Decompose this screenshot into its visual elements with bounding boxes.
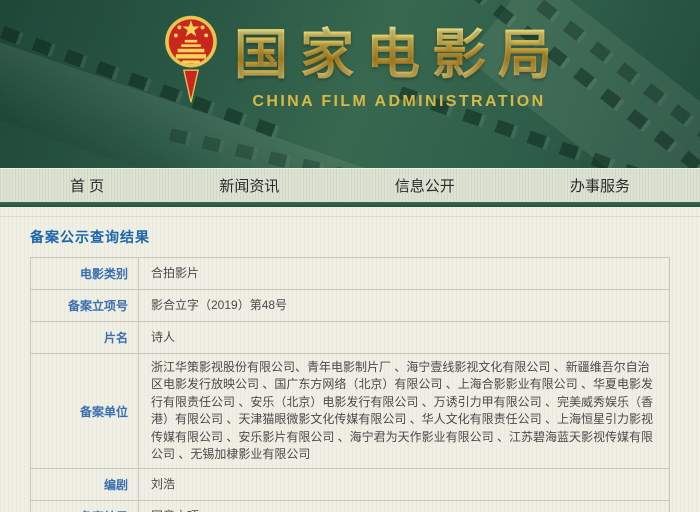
national-emblem-icon xyxy=(165,15,217,103)
row-label-filing-result: 备案结果 xyxy=(30,500,139,512)
main-content: 备案公示查询结果 电影类别 合拍影片 备案立项号 影合立字（2019）第48号 … xyxy=(0,207,700,512)
site-logo[interactable]: 国家电影局 CHINA FILM ADMINISTRATION xyxy=(164,6,564,111)
row-label-film-category: 电影类别 xyxy=(30,257,139,290)
nav-item-info-disclosure[interactable]: 信息公开 xyxy=(385,171,465,200)
table-row: 编剧 刘浩 xyxy=(30,468,670,502)
site-subtitle: CHINA FILM ADMINISTRATION xyxy=(252,93,546,110)
row-value-filing-result: 同意立项 xyxy=(138,500,670,512)
table-row: 备案单位 浙江华策影视股份有限公司、青年电影制片厂 、海宁壹线影视文化有限公司 … xyxy=(30,352,670,470)
row-label-filing-units: 备案单位 xyxy=(30,352,139,470)
row-value-film-category: 合拍影片 xyxy=(138,257,670,290)
table-row: 片名 诗人 xyxy=(30,321,670,354)
table-row: 电影类别 合拍影片 xyxy=(30,257,670,290)
row-value-filing-number: 影合立字（2019）第48号 xyxy=(138,289,670,322)
filing-result-table: 电影类别 合拍影片 备案立项号 影合立字（2019）第48号 片名 诗人 备案单… xyxy=(30,257,670,512)
main-navigation: 首 页 新闻资讯 信息公开 办事服务 xyxy=(0,168,700,202)
site-title: 国家电影局 xyxy=(234,10,564,89)
nav-item-news[interactable]: 新闻资讯 xyxy=(209,171,289,200)
table-row: 备案立项号 影合立字（2019）第48号 xyxy=(30,289,670,322)
page-title: 备案公示查询结果 xyxy=(30,229,150,245)
row-label-screenwriter: 编剧 xyxy=(30,468,139,502)
row-label-film-title: 片名 xyxy=(30,321,139,354)
content-top-divider xyxy=(0,207,700,217)
row-label-filing-number: 备案立项号 xyxy=(30,289,139,322)
row-value-filing-units: 浙江华策影视股份有限公司、青年电影制片厂 、海宁壹线影视文化有限公司 、新疆维吾… xyxy=(138,352,670,470)
nav-item-services[interactable]: 办事服务 xyxy=(560,171,640,200)
row-value-screenwriter: 刘浩 xyxy=(138,468,670,502)
nav-item-home[interactable]: 首 页 xyxy=(60,171,114,200)
table-row: 备案结果 同意立项 xyxy=(30,500,670,512)
site-header: 国家电影局 CHINA FILM ADMINISTRATION xyxy=(0,0,700,168)
row-value-film-title: 诗人 xyxy=(138,321,670,354)
